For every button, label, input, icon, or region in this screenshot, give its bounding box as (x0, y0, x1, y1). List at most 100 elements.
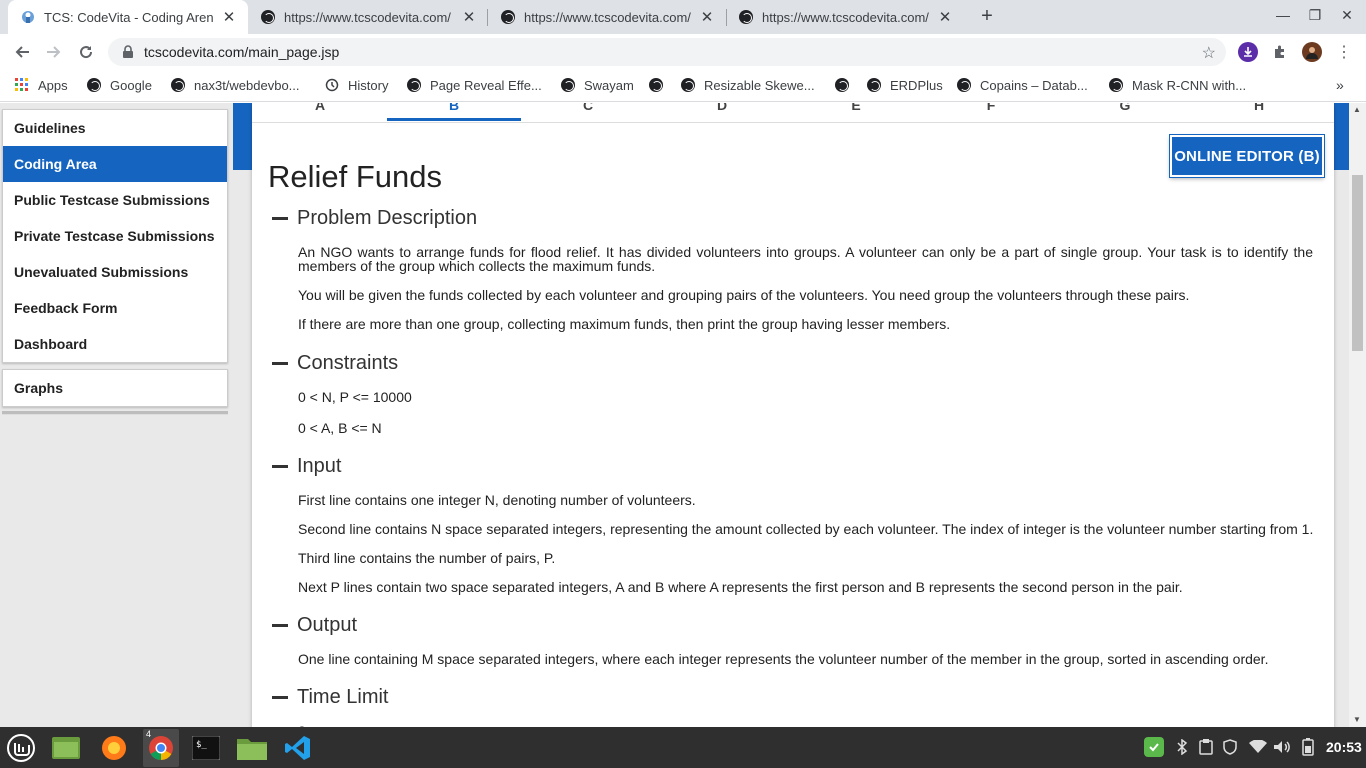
security-shield-icon[interactable] (1220, 737, 1240, 757)
paragraph: You will be given the funds collected by… (298, 287, 1190, 303)
problem-title: Relief Funds (268, 159, 443, 194)
new-tab-button[interactable]: + (976, 6, 998, 28)
wifi-icon[interactable] (1248, 737, 1268, 757)
back-arrow-icon[interactable] (10, 41, 34, 63)
close-tab-icon[interactable]: ✕ (936, 8, 954, 26)
section-toggle[interactable]: Constraints (268, 350, 1318, 376)
globe-icon (834, 77, 850, 93)
reload-icon[interactable] (74, 41, 98, 63)
paragraph: Third line contains the number of pairs,… (298, 550, 556, 566)
download-extension-icon[interactable] (1238, 42, 1258, 62)
tab-problem-c[interactable]: C (521, 103, 655, 121)
section-input: Input First line contains one integer N,… (268, 453, 1318, 594)
globe-icon (170, 77, 186, 93)
bookmark-unnamed-1[interactable] (648, 77, 672, 93)
tab-problem-f[interactable]: F (924, 103, 1058, 121)
close-tab-icon[interactable]: ✕ (460, 8, 478, 26)
file-manager-icon[interactable] (50, 732, 82, 764)
browser-tab-codevita[interactable]: TCS: CodeVita - Coding Arena ✕ (8, 0, 248, 34)
sidebar-item-guidelines[interactable]: Guidelines (3, 110, 227, 146)
update-shield-icon[interactable] (1144, 737, 1164, 757)
bookmark-swayam[interactable]: Swayam (560, 77, 634, 93)
bookmarks-bar: Apps Google nax3t/webdevbo... History Pa… (0, 70, 1366, 102)
sidebar-item-unevaluated-submissions[interactable]: Unevaluated Submissions (3, 254, 227, 290)
sidebar-item-dashboard[interactable]: Dashboard (3, 326, 227, 362)
terminal-icon[interactable]: $_ (190, 732, 222, 764)
sidebar-item-graphs[interactable]: Graphs (3, 370, 227, 406)
tab-problem-d[interactable]: D (655, 103, 789, 121)
tab-title: https://www.tcscodevita.com/ (524, 9, 691, 25)
section-toggle[interactable]: Input (268, 453, 1318, 479)
volume-icon[interactable] (1272, 737, 1292, 757)
bookmark-copains[interactable]: Copains – Datab... (956, 77, 1088, 93)
section-toggle[interactable]: Time Limit (268, 684, 1318, 710)
vscode-icon[interactable] (282, 732, 314, 764)
sidebar-item-coding-area[interactable]: Coding Area (3, 146, 227, 182)
window-close-icon[interactable]: ✕ (1338, 7, 1356, 24)
browser-tab-2[interactable]: https://www.tcscodevita.com/ ✕ (248, 0, 488, 34)
address-bar[interactable]: tcscodevita.com/main_page.jsp ☆ (108, 38, 1226, 66)
browser-tab-4[interactable]: https://www.tcscodevita.com/ ✕ (726, 0, 964, 34)
codevita-favicon-icon (20, 9, 36, 25)
section-toggle[interactable]: Output (268, 612, 1318, 638)
bookmark-webdevbootcamp[interactable]: nax3t/webdevbo... (170, 77, 300, 93)
clipboard-icon[interactable] (1196, 737, 1216, 757)
bookmark-google[interactable]: Google (86, 77, 152, 93)
scroll-up-arrow-icon[interactable]: ▲ (1353, 105, 1361, 114)
browser-tab-3[interactable]: https://www.tcscodevita.com/ ✕ (488, 0, 726, 34)
section-output: Output One line containing M space separ… (268, 612, 1318, 666)
forward-arrow-icon[interactable] (42, 41, 66, 63)
restore-icon[interactable]: ❐ (1306, 7, 1324, 24)
sidebar-item-feedback-form[interactable]: Feedback Form (3, 290, 227, 326)
globe-icon (86, 77, 102, 93)
bookmark-mask-rcnn[interactable]: Mask R-CNN with... (1108, 77, 1246, 93)
section-title: Problem Description (297, 206, 478, 229)
minimize-icon[interactable]: — (1274, 7, 1292, 23)
vertical-scrollbar[interactable]: ▲ ▼ (1349, 103, 1366, 727)
battery-icon[interactable] (1298, 737, 1318, 757)
bookmark-history[interactable]: History (324, 77, 388, 93)
bookmark-unnamed-2[interactable] (834, 77, 858, 93)
collapse-icon (272, 216, 288, 220)
mint-menu-icon[interactable] (5, 732, 37, 764)
tab-problem-h[interactable]: H (1192, 103, 1326, 121)
globe-icon (406, 77, 422, 93)
bluetooth-icon[interactable] (1172, 737, 1192, 757)
scrollbar-thumb[interactable] (1352, 175, 1363, 351)
scroll-down-arrow-icon[interactable]: ▼ (1353, 715, 1361, 724)
globe-icon (648, 77, 664, 93)
globe-icon (500, 9, 516, 25)
tab-problem-b[interactable]: B (387, 103, 521, 121)
bookmark-erdplus[interactable]: ERDPlus (866, 77, 943, 93)
lock-icon (122, 45, 134, 59)
bookmarks-overflow-icon[interactable]: » (1336, 77, 1344, 93)
close-tab-icon[interactable]: ✕ (220, 8, 238, 26)
section-title: Constraints (297, 351, 399, 374)
browser-toolbar: tcscodevita.com/main_page.jsp ☆ (0, 34, 1366, 70)
firefox-icon[interactable] (98, 732, 130, 764)
close-tab-icon[interactable]: ✕ (698, 8, 716, 26)
bookmark-apps[interactable]: Apps (14, 77, 68, 93)
extensions-puzzle-icon[interactable] (1270, 42, 1290, 62)
problem-content: Relief Funds Problem Description An NGO … (268, 159, 1318, 727)
sidebar-item-private-testcase-submissions[interactable]: Private Testcase Submissions (3, 218, 227, 254)
tab-problem-g[interactable]: G (1058, 103, 1192, 121)
files-folder-icon[interactable] (236, 732, 268, 764)
tab-problem-e[interactable]: E (789, 103, 923, 121)
paragraph: Next P lines contain two space separated… (298, 579, 1183, 595)
section-toggle[interactable]: Problem Description (268, 205, 1318, 231)
tab-problem-a[interactable]: A (253, 103, 387, 121)
chrome-taskbar-item[interactable]: 4 (143, 729, 179, 767)
sidebar-menu: Guidelines Coding Area Public Testcase S… (2, 109, 228, 363)
profile-avatar[interactable] (1302, 42, 1322, 62)
collapse-icon (272, 361, 288, 365)
bookmark-page-reveal[interactable]: Page Reveal Effe... (406, 77, 542, 93)
bookmark-star-icon[interactable]: ☆ (1202, 43, 1216, 63)
sidebar-item-public-testcase-submissions[interactable]: Public Testcase Submissions (3, 182, 227, 218)
section-constraints: Constraints 0 < N, P <= 10000 0 < A, B <… (268, 350, 1318, 435)
page-content: Guidelines Coding Area Public Testcase S… (0, 103, 1366, 727)
paragraph: First line contains one integer N, denot… (298, 492, 696, 508)
globe-icon (1108, 77, 1124, 93)
menu-kebab-icon[interactable]: ⋮ (1334, 42, 1354, 62)
bookmark-resizable-skewed[interactable]: Resizable Skewe... (680, 77, 815, 93)
